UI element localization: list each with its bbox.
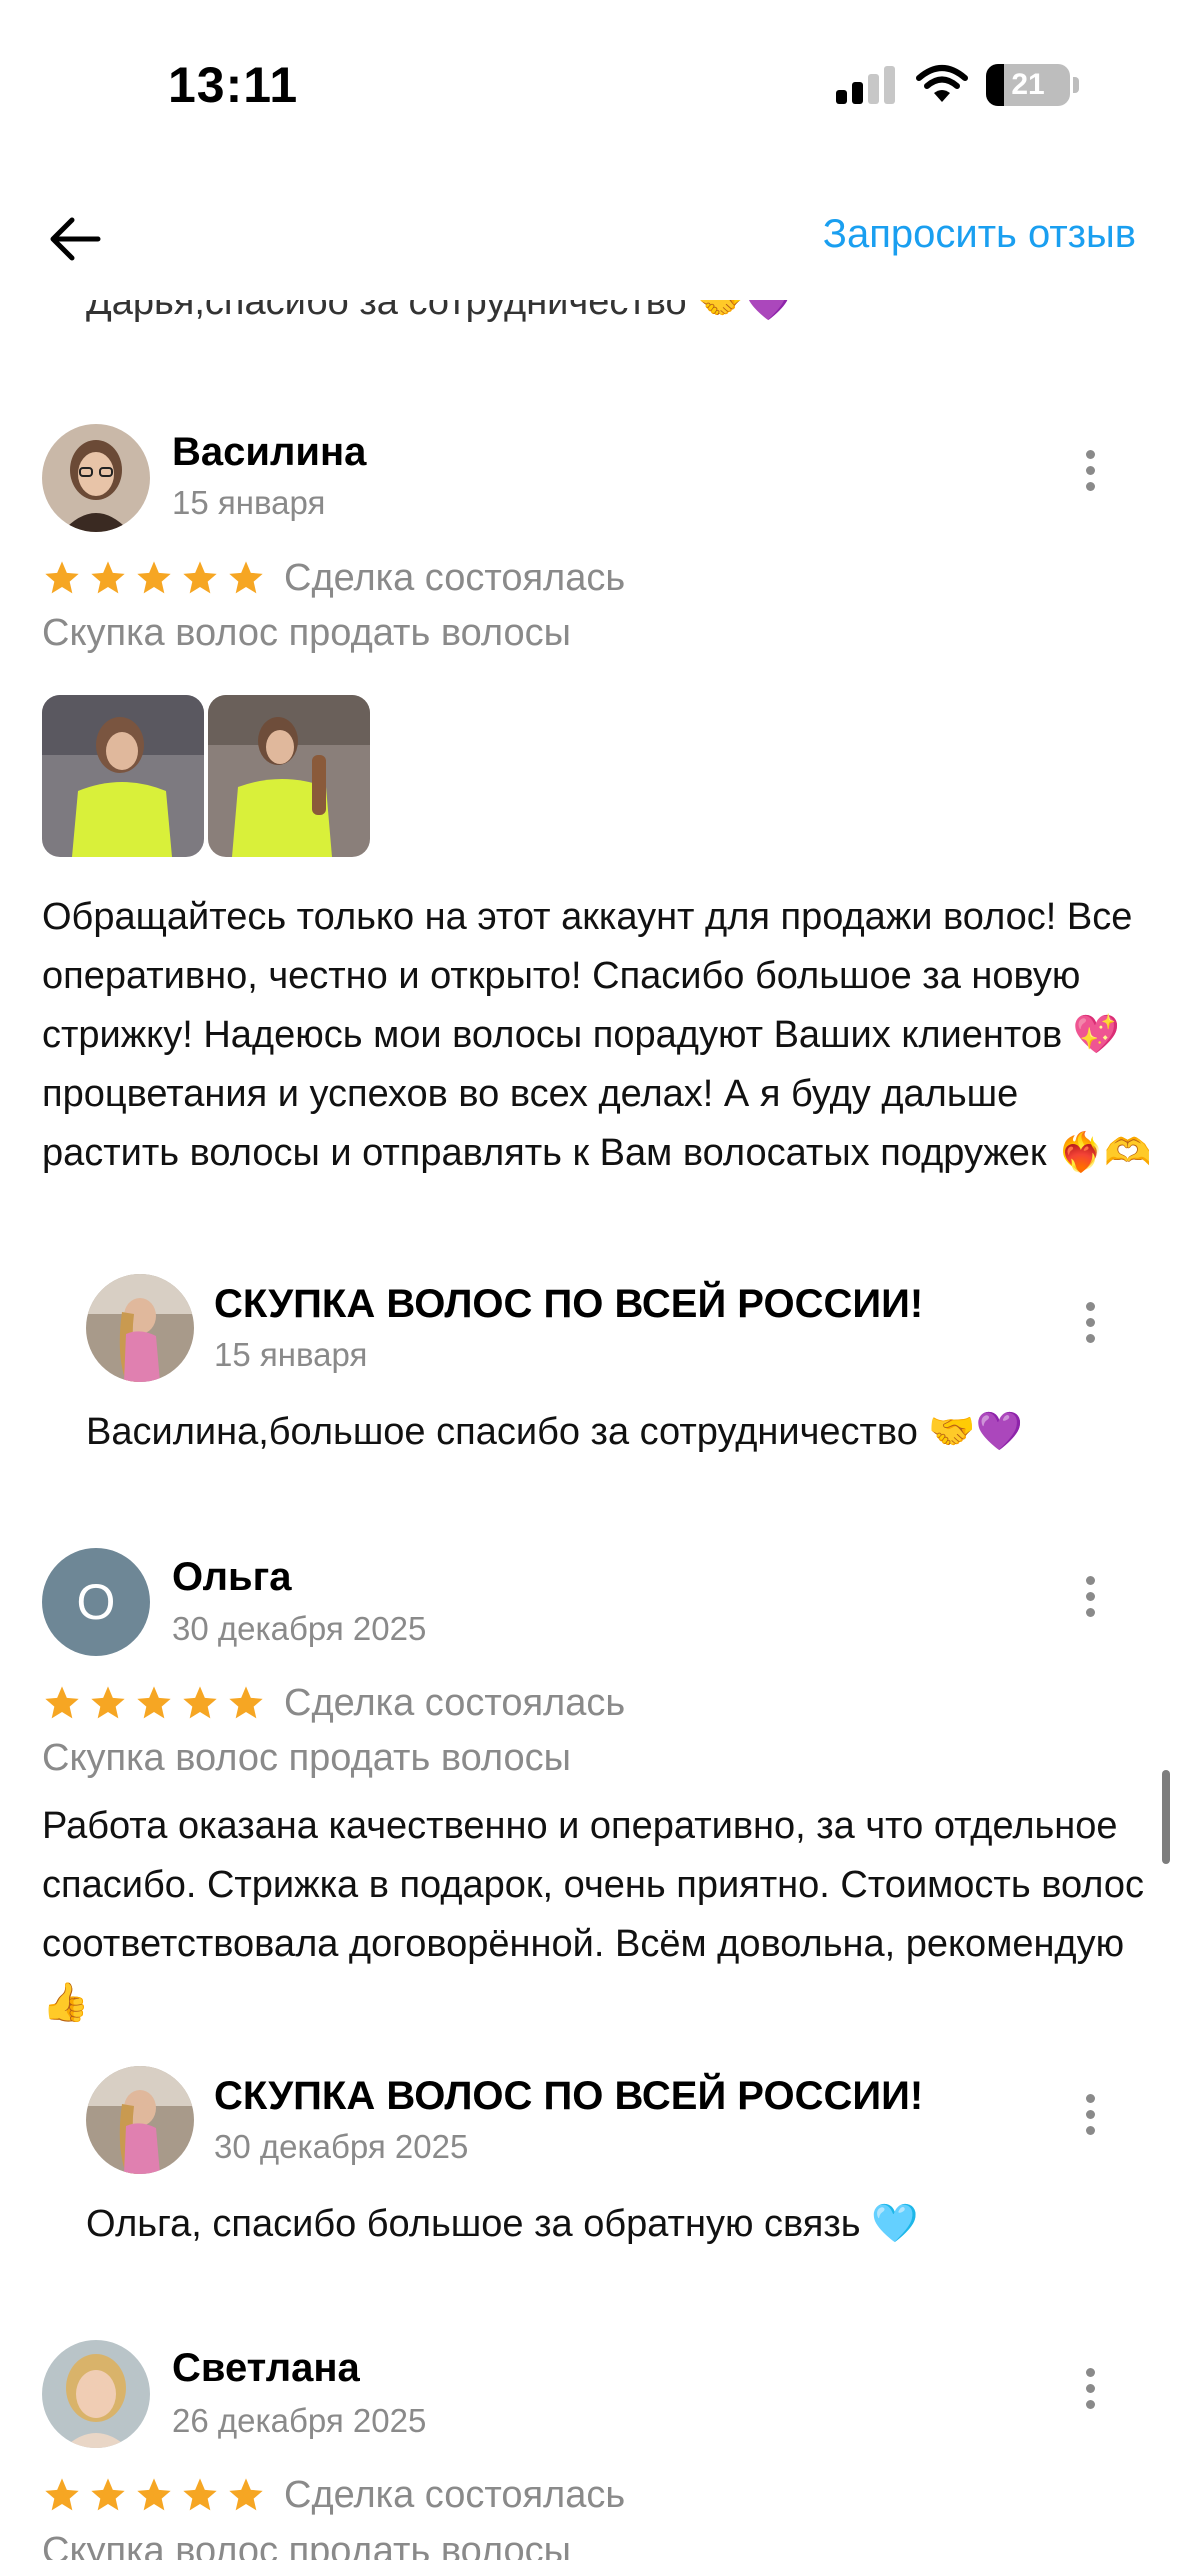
star-icon	[183, 561, 217, 594]
business-avatar[interactable]	[86, 1274, 194, 1382]
more-options-icon[interactable]	[1080, 2368, 1100, 2418]
rating-row: Сделка состоялась	[42, 555, 625, 601]
more-options-icon[interactable]	[1080, 1576, 1100, 1626]
arrow-left-icon[interactable]	[40, 204, 110, 274]
reviews-list[interactable]: Дарья,спасибо за сотрудничество 🤝💜 Васил…	[0, 0, 1178, 2560]
request-review-link[interactable]: Запросить отзыв	[823, 212, 1136, 257]
star-icon	[45, 2478, 79, 2511]
scrollbar[interactable]	[1162, 1770, 1170, 1864]
reply-text: Василина,большое спасибо за сотрудничест…	[86, 1411, 1024, 1453]
more-options-icon[interactable]	[1080, 2094, 1100, 2144]
more-options-icon[interactable]	[1080, 1302, 1100, 1352]
rating-stars	[42, 558, 266, 598]
rating-stars	[42, 1683, 266, 1723]
avatar[interactable]: О	[42, 1548, 150, 1656]
reply-text: Ольга, спасибо большое за обратную связь…	[86, 2203, 919, 2245]
review-date: 15 января	[172, 484, 326, 521]
star-icon	[137, 1686, 171, 1719]
star-icon	[91, 1686, 125, 1719]
review-text: Работа оказана качественно и оперативно,…	[42, 1805, 1144, 2024]
star-icon	[45, 561, 79, 594]
reviewer-name: Ольга	[172, 1555, 292, 1599]
avatar[interactable]	[42, 2340, 150, 2448]
business-avatar[interactable]	[86, 2066, 194, 2174]
battery-tip	[1073, 77, 1079, 93]
star-icon	[45, 1686, 79, 1719]
star-icon	[137, 2478, 171, 2511]
status-time: 13:11	[168, 57, 299, 113]
rating-row: Сделка состоялась	[42, 1680, 625, 1726]
review-date: 30 декабря 2025	[172, 1610, 427, 1647]
reply-date: 30 декабря 2025	[214, 2128, 469, 2165]
star-icon	[183, 2478, 217, 2511]
deal-status: Сделка состоялась	[284, 1681, 626, 1724]
wifi-icon	[916, 64, 968, 104]
reviewer-name: Василина	[172, 430, 367, 474]
battery-level: 21	[1011, 68, 1045, 101]
star-icon	[91, 561, 125, 594]
service-name: Скупка волос продать волосы	[42, 612, 571, 654]
more-options-icon[interactable]	[1080, 450, 1100, 500]
business-name: СКУПКА ВОЛОС ПО ВСЕЙ РОССИИ!	[214, 2074, 924, 2118]
service-name: Скупка волос продать волосы	[42, 2530, 571, 2560]
rating-row: Сделка состоялась	[42, 2472, 625, 2518]
star-icon	[229, 1686, 263, 1719]
star-icon	[91, 2478, 125, 2511]
review-photo[interactable]	[42, 695, 204, 857]
star-icon	[183, 1686, 217, 1719]
deal-status: Сделка состоялась	[284, 556, 626, 599]
service-name: Скупка волос продать волосы	[42, 1737, 571, 1779]
signal-icon	[836, 66, 898, 104]
review-photo[interactable]	[208, 695, 370, 857]
review-date: 26 декабря 2025	[172, 2402, 427, 2439]
battery-icon: 21	[986, 64, 1070, 106]
star-icon	[229, 561, 263, 594]
reviewer-name: Светлана	[172, 2346, 360, 2390]
business-name: СКУПКА ВОЛОС ПО ВСЕЙ РОССИИ!	[214, 1282, 924, 1326]
avatar[interactable]	[42, 424, 150, 532]
star-icon	[137, 561, 171, 594]
nav-bar: Запросить отзыв	[0, 170, 1178, 300]
rating-stars	[42, 2475, 266, 2515]
star-icon	[229, 2478, 263, 2511]
reply-date: 15 января	[214, 1336, 368, 1373]
review-text: Обращайтесь только на этот аккаунт для п…	[42, 896, 1152, 1174]
status-bar: 13:11 21	[0, 0, 1178, 170]
deal-status: Сделка состоялась	[284, 2473, 626, 2516]
